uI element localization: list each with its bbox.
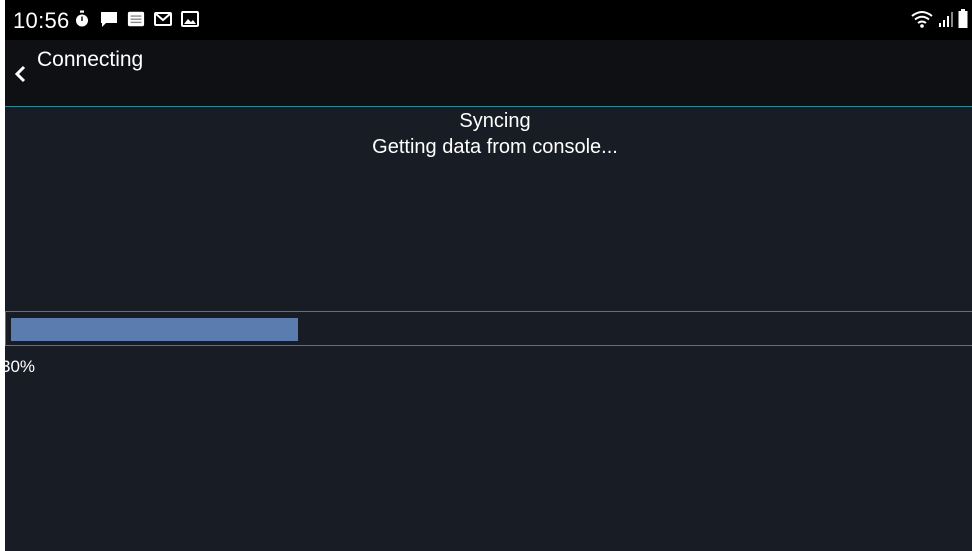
progress-fill (11, 318, 298, 341)
chevron-left-icon (13, 64, 27, 89)
app-bar: Connecting (5, 40, 972, 106)
wifi-icon (910, 9, 934, 34)
progress-label: 30% (5, 357, 36, 376)
sync-subtitle: Getting data from console... (372, 136, 618, 158)
back-button[interactable] (9, 62, 31, 90)
header-divider (5, 106, 972, 107)
sync-title: Syncing (459, 110, 531, 132)
stopwatch-icon (73, 10, 91, 28)
notification-icons (73, 10, 199, 28)
battery-icon (958, 9, 968, 34)
cell-signal-icon (938, 10, 954, 33)
page-title: Connecting (37, 48, 144, 71)
system-icons (910, 9, 968, 34)
status-bar: 10:56 (5, 0, 972, 40)
chat-bubble-icon (100, 10, 118, 28)
status-time: 10:56 (13, 8, 70, 33)
bible-app-icon (127, 10, 145, 28)
image-icon (181, 10, 199, 28)
progress-bar (5, 311, 972, 346)
email-icon (154, 10, 172, 28)
app-screen: 10:56 Connecting Syncing Getting data fr… (5, 0, 972, 551)
